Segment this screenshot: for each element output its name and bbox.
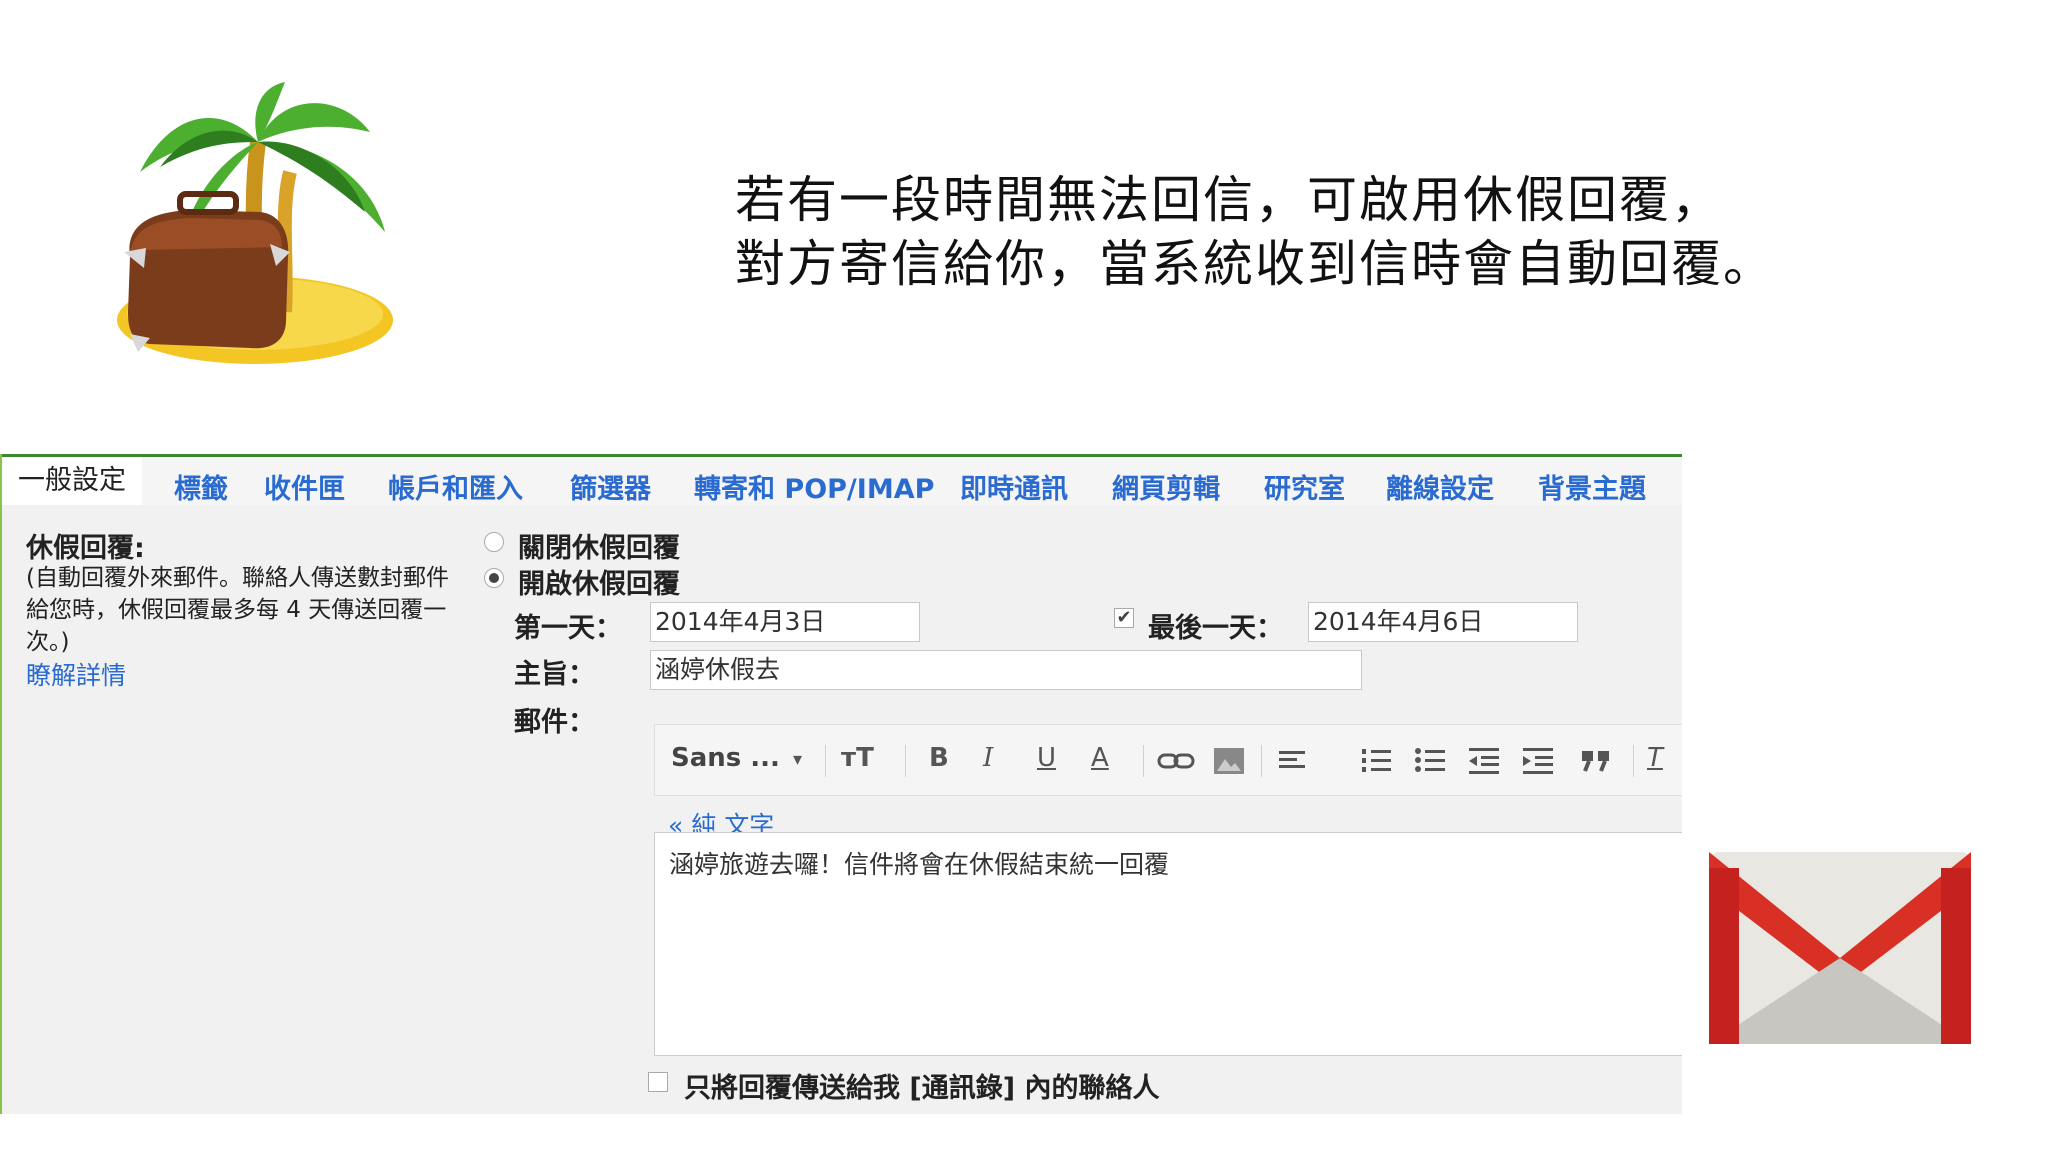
gmail-logo-icon (1709, 852, 1971, 1044)
tab-web-clips[interactable]: 網頁剪輯 (1112, 467, 1220, 506)
toolbar-divider (825, 745, 826, 777)
remove-formatting-button[interactable]: T (1647, 743, 1663, 773)
subject-input[interactable]: 涵婷休假去 (650, 650, 1362, 690)
message-label: 郵件： (514, 707, 595, 738)
tab-labels[interactable]: 標籤 (174, 467, 228, 506)
rich-text-toolbar: Sans ... ▾ тT B I U A T (654, 724, 1682, 796)
contacts-only-label: 只將回覆傳送給我 [通訊錄] 內的聯絡人 (684, 1073, 1160, 1104)
settings-tab-bar: 一般設定 標籤 收件匣 帳戶和匯入 篩選器 轉寄和 POP/IMAP 即時通訊 … (2, 454, 1682, 505)
vacation-heading: 休假回覆: (26, 533, 145, 564)
tab-general[interactable]: 一般設定 (2, 457, 142, 505)
font-size-icon[interactable]: тT (841, 743, 874, 773)
tab-labs[interactable]: 研究室 (1264, 467, 1345, 506)
align-icon[interactable] (1279, 749, 1309, 773)
tab-inbox[interactable]: 收件匣 (264, 467, 345, 506)
vacation-on-radio[interactable] (484, 568, 504, 588)
toolbar-divider (1143, 745, 1144, 777)
toolbar-divider (1633, 745, 1634, 777)
palm-island-suitcase-icon (117, 82, 393, 364)
tab-themes[interactable]: 背景主題 (1538, 467, 1646, 506)
last-day-checkbox[interactable]: ✔ (1114, 608, 1134, 628)
text-color-button[interactable]: A (1091, 743, 1109, 773)
last-day-label: 最後一天： (1148, 613, 1283, 644)
first-day-input[interactable]: 2014年4月3日 (650, 602, 920, 642)
underline-button[interactable]: U (1037, 743, 1056, 773)
first-day-label: 第一天： (514, 613, 622, 644)
learn-more-link[interactable]: 瞭解詳情 (26, 656, 126, 692)
slide-title-line-2: 對方寄信給你，當系統收到信時會自動回覆。 (735, 235, 1775, 293)
slide-title-line-1: 若有一段時間無法回信，可啟用休假回覆， (735, 171, 1723, 229)
tab-filters[interactable]: 篩選器 (570, 467, 651, 506)
last-day-input[interactable]: 2014年4月6日 (1308, 602, 1578, 642)
subject-label: 主旨： (514, 659, 595, 690)
font-family-select[interactable]: Sans ... (671, 743, 780, 773)
vacation-off-label: 關閉休假回覆 (518, 533, 680, 564)
italic-button[interactable]: I (983, 743, 993, 773)
toolbar-divider (905, 745, 906, 777)
bulleted-list-icon[interactable] (1415, 747, 1445, 775)
tab-chat[interactable]: 即時通訊 (960, 467, 1068, 506)
vacation-on-label: 開啟休假回覆 (518, 569, 680, 600)
toolbar-divider (1261, 745, 1262, 777)
message-body-editor[interactable]: 涵婷旅遊去囉！信件將會在休假結束統一回覆 (654, 832, 1682, 1056)
indent-less-icon[interactable] (1469, 747, 1499, 775)
bold-button[interactable]: B (929, 743, 949, 773)
link-icon[interactable] (1157, 747, 1195, 775)
numbered-list-icon[interactable] (1361, 747, 1391, 775)
vacation-off-radio[interactable] (484, 532, 504, 552)
quote-icon[interactable] (1581, 749, 1611, 773)
gmail-settings-panel: 一般設定 標籤 收件匣 帳戶和匯入 篩選器 轉寄和 POP/IMAP 即時通訊 … (0, 454, 1682, 1114)
slide-title: 若有一段時間無法回信，可啟用休假回覆， 對方寄信給你，當系統收到信時會自動回覆。 (735, 168, 1775, 296)
tab-forwarding-pop-imap[interactable]: 轉寄和 POP/IMAP (694, 467, 934, 506)
indent-more-icon[interactable] (1523, 747, 1553, 775)
tab-accounts-import[interactable]: 帳戶和匯入 (388, 467, 523, 506)
image-icon[interactable] (1213, 747, 1245, 775)
vacation-description: (自動回覆外來郵件。聯絡人傳送數封郵件給您時，休假回覆最多每 4 天傳送回覆一次… (26, 565, 449, 655)
tab-offline[interactable]: 離線設定 (1386, 467, 1494, 506)
contacts-only-checkbox[interactable] (648, 1072, 668, 1092)
font-dropdown-chevron-icon[interactable]: ▾ (793, 749, 802, 770)
